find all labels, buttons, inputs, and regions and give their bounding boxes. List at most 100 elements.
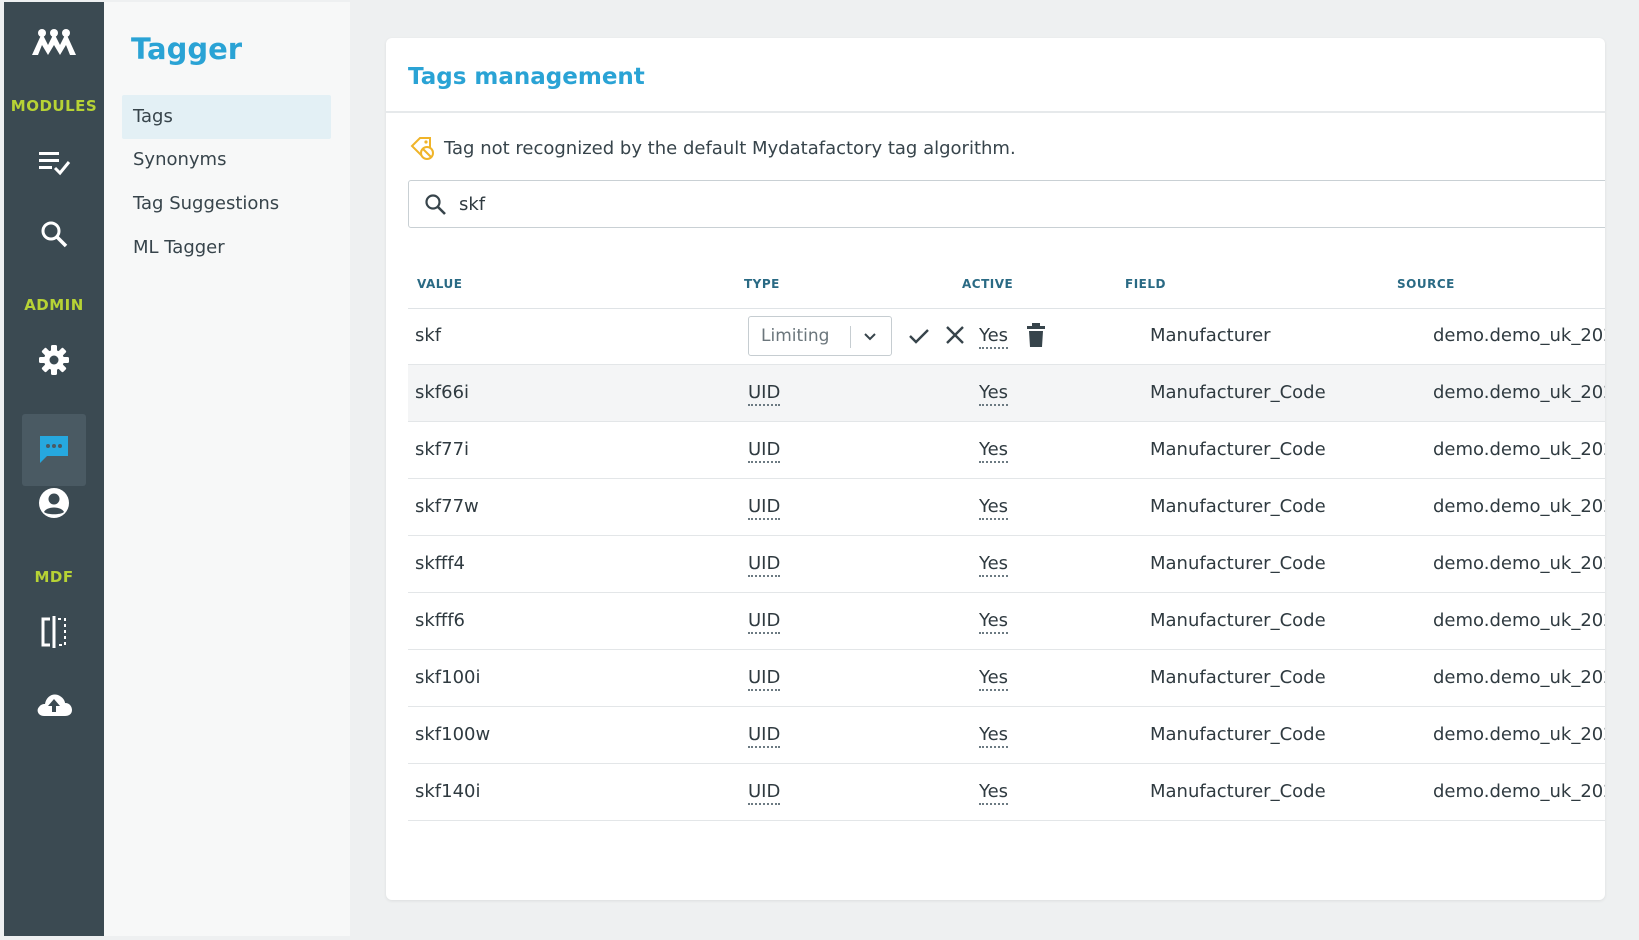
mdf-logo[interactable] [4,22,104,62]
table-row-editing[interactable]: skf Limiting Yes Manufacturer demo.demo_… [408,308,1605,365]
column-header-active[interactable]: ACTIVE [962,277,1013,291]
page-title: Tags management [408,64,645,90]
table-row[interactable]: skfff4 UID Yes Manufacturer_Code demo.de… [408,536,1605,593]
notice: Tag not recognized by the default Mydata… [408,134,1016,162]
section-modules: MODULES [10,97,98,115]
table-row[interactable]: skfff6 UID Yes Manufacturer_Code demo.de… [408,593,1605,650]
column-header-source[interactable]: SOURCE [1397,277,1455,291]
cell-value: skfff6 [415,610,465,631]
chat-bubble-icon [40,436,68,463]
cell-active[interactable]: Yes [979,365,1009,421]
cell-value: skf77w [415,496,479,517]
table-header: VALUE TYPE ACTIVE FIELD SOURCE [408,264,1605,309]
section-admin: ADMIN [24,296,84,314]
type-select-value: Limiting [761,326,830,346]
close-icon[interactable] [944,324,966,346]
column-header-field[interactable]: FIELD [1125,277,1166,291]
cell-source: demo.demo_uk_202 [1433,781,1605,802]
cell-type[interactable]: UID [748,365,781,421]
subnav-item-ml-tagger[interactable]: ML Tagger [122,226,331,270]
cell-source: demo.demo_uk_202 [1433,667,1605,688]
compare-button[interactable] [4,614,104,650]
notice-text: Tag not recognized by the default Mydata… [444,137,1016,159]
select-divider [850,326,851,348]
search-module-button[interactable] [4,216,104,252]
cell-source: demo.demo_uk_202 [1433,382,1605,403]
cell-source: demo.demo_uk_202 [1433,610,1605,631]
cell-source: demo.demo_uk_202 [1433,325,1605,346]
table-row[interactable]: skf140i UID Yes Manufacturer_Code demo.d… [408,764,1605,821]
cell-source: demo.demo_uk_202 [1433,724,1605,745]
cell-active[interactable]: Yes [979,764,1009,820]
cell-value: skf66i [415,382,470,403]
cell-type[interactable]: UID [748,422,781,478]
cell-source: demo.demo_uk_202 [1433,553,1605,574]
gear-icon [39,345,69,375]
cell-value: skf100i [415,667,481,688]
title-divider [386,111,1605,113]
cell-field: Manufacturer_Code [1150,496,1326,517]
cell-field: Manufacturer_Code [1150,610,1326,631]
modules-list-button[interactable] [4,144,104,180]
cell-type[interactable]: UID [748,479,781,535]
cell-value: skfff4 [415,553,465,574]
cell-active[interactable]: Yes [979,536,1009,592]
upload-button[interactable] [4,686,104,722]
account-button[interactable] [4,485,104,521]
cell-field: Manufacturer_Code [1150,667,1326,688]
search-icon [41,221,68,248]
list-check-icon [39,152,71,176]
cell-value: skf77i [415,439,470,460]
table-row[interactable]: skf77i UID Yes Manufacturer_Code demo.de… [408,422,1605,479]
cell-active[interactable]: Yes [979,707,1009,763]
cell-type[interactable]: UID [748,593,781,649]
search-box[interactable] [408,180,1605,228]
cell-field: Manufacturer [1150,325,1271,346]
search-input[interactable] [459,193,1359,215]
cell-value: skf100w [415,724,491,745]
table-row[interactable]: skf66i UID Yes Manufacturer_Code demo.de… [408,365,1605,422]
table-row[interactable]: skf77w UID Yes Manufacturer_Code demo.de… [408,479,1605,536]
search-icon [425,194,446,215]
cell-active[interactable]: Yes [979,308,1009,364]
module-title: Tagger [131,32,243,66]
chevron-down-icon[interactable] [862,329,878,345]
table-row[interactable]: skf100i UID Yes Manufacturer_Code demo.d… [408,650,1605,707]
column-header-type[interactable]: TYPE [744,277,780,291]
compare-icon [41,616,66,648]
cell-type[interactable]: UID [748,536,781,592]
cell-active[interactable]: Yes [979,650,1009,706]
column-header-value[interactable]: VALUE [417,277,462,291]
cell-field: Manufacturer_Code [1150,724,1326,745]
table-row[interactable]: skf100w UID Yes Manufacturer_Code demo.d… [408,707,1605,764]
cell-value: skf [415,325,442,346]
icon-rail: MODULES ADMIN MDF [4,2,104,936]
user-circle-icon [39,488,69,518]
tags-table-body: skf Limiting Yes Manufacturer demo.demo_… [408,308,1605,821]
section-mdf: MDF [34,568,74,586]
cell-source: demo.demo_uk_202 [1433,439,1605,460]
cell-active[interactable]: Yes [979,479,1009,535]
settings-button[interactable] [4,342,104,378]
cloud-upload-icon [37,694,72,716]
subnav-item-tags[interactable]: Tags [122,95,331,139]
trash-icon[interactable] [1025,322,1047,348]
cell-value: skf140i [415,781,481,802]
type-select[interactable]: Limiting [748,316,892,356]
cell-field: Manufacturer_Code [1150,781,1326,802]
cell-type[interactable]: UID [748,764,781,820]
tag-warning-icon [410,137,434,160]
cell-active[interactable]: Yes [979,593,1009,649]
subnav-item-synonyms[interactable]: Synonyms [122,138,331,182]
tagger-module-button[interactable] [4,414,104,486]
confirm-icon[interactable] [907,324,931,348]
cell-active[interactable]: Yes [979,422,1009,478]
cell-field: Manufacturer_Code [1150,553,1326,574]
cell-source: demo.demo_uk_202 [1433,496,1605,517]
tags-management-card: Tags management Tag not recognized by th… [386,38,1605,900]
cell-field: Manufacturer_Code [1150,382,1326,403]
subnav-item-tag-suggestions[interactable]: Tag Suggestions [122,182,331,226]
cell-field: Manufacturer_Code [1150,439,1326,460]
cell-type[interactable]: UID [748,650,781,706]
cell-type[interactable]: UID [748,707,781,763]
